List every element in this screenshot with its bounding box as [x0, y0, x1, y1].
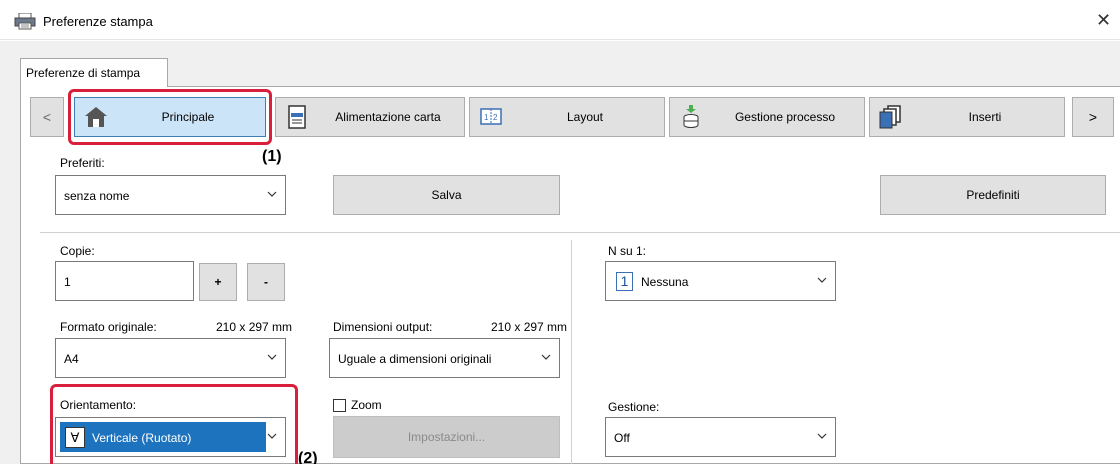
tab-alimentazione-carta[interactable]: Alimentazione carta	[275, 97, 465, 137]
n-up-value: Nessuna	[641, 275, 689, 289]
copies-plus-button[interactable]: +	[199, 263, 237, 301]
tab-preferenze-di-stampa[interactable]: Preferenze di stampa	[20, 58, 168, 87]
separator	[40, 232, 1120, 233]
favorites-label: Preferiti:	[60, 156, 105, 170]
svg-text:1: 1	[484, 113, 489, 122]
layout-icon: 1 2	[480, 108, 502, 125]
printer-icon	[14, 13, 36, 30]
tab-inserti-label: Inserti	[968, 110, 1002, 124]
chevron-down-icon	[267, 191, 277, 197]
zoom-checkbox[interactable]	[333, 399, 346, 412]
home-icon	[85, 107, 107, 127]
favorites-select[interactable]: senza nome	[55, 175, 286, 215]
output-size-label: Dimensioni output:	[333, 320, 433, 334]
chevron-down-icon	[817, 433, 827, 439]
portrait-rotated-icon: ∀	[65, 427, 85, 448]
paper-tray-icon	[288, 105, 306, 129]
chevron-down-icon	[267, 433, 277, 439]
chevron-down-icon	[541, 354, 551, 360]
copies-minus-button[interactable]: -	[247, 263, 285, 301]
inserts-icon	[879, 105, 901, 129]
original-size-label: Formato originale:	[60, 320, 157, 334]
copies-input[interactable]: 1	[55, 261, 194, 301]
toolbar-prev-button[interactable]: <	[30, 97, 64, 137]
n-up-label: N su 1:	[608, 244, 647, 258]
title-bar: Preferenze stampa ✕	[0, 0, 1120, 40]
toolbar-next-button[interactable]: >	[1072, 97, 1114, 137]
copies-value: 1	[64, 275, 71, 289]
tab-layout[interactable]: 1 2 Layout	[469, 97, 665, 137]
original-size-dims: 210 x 297 mm	[216, 320, 293, 334]
original-size-select[interactable]: A4	[55, 338, 286, 378]
tab-inserti[interactable]: Inserti	[869, 97, 1065, 137]
orientation-select[interactable]: ∀ Verticale (Ruotato)	[55, 417, 286, 457]
tab-gestione-processo[interactable]: Gestione processo	[669, 97, 865, 137]
svg-text:2: 2	[493, 113, 498, 122]
column-separator	[571, 240, 572, 464]
output-size-select[interactable]: Uguale a dimensioni originali	[329, 338, 560, 378]
tab-principale-label: Principale	[161, 110, 215, 124]
chevron-down-icon	[817, 277, 827, 283]
defaults-button[interactable]: Predefiniti	[880, 175, 1106, 215]
handling-select[interactable]: Off	[605, 417, 836, 457]
zoom-label: Zoom	[351, 398, 382, 412]
callout-2-label: (2)	[298, 450, 318, 464]
handling-value: Off	[614, 431, 630, 445]
window-title: Preferenze stampa	[43, 14, 153, 29]
tab-gestione-label: Gestione processo	[734, 110, 836, 124]
copies-label: Copie:	[60, 244, 95, 258]
chevron-down-icon	[267, 354, 277, 360]
orientation-label: Orientamento:	[60, 398, 137, 412]
original-size-value: A4	[64, 352, 79, 366]
handling-label: Gestione:	[608, 400, 660, 414]
output-size-value: Uguale a dimensioni originali	[338, 352, 492, 366]
tab-principale[interactable]: Principale	[74, 97, 266, 137]
tab-layout-label: Layout	[566, 110, 604, 124]
zoom-settings-button[interactable]: Impostazioni...	[333, 416, 560, 458]
callout-1-label: (1)	[262, 148, 282, 165]
output-size-dims: 210 x 297 mm	[491, 320, 568, 334]
orientation-value: Verticale (Ruotato)	[92, 431, 192, 445]
favorites-value: senza nome	[64, 189, 130, 203]
job-handling-icon	[683, 105, 699, 128]
tab-alimentazione-label: Alimentazione carta	[335, 110, 441, 124]
n-up-icon: 1	[616, 272, 633, 291]
n-up-select[interactable]: 1 Nessuna	[605, 261, 836, 301]
save-button[interactable]: Salva	[333, 175, 560, 215]
close-icon[interactable]: ✕	[1096, 10, 1111, 30]
